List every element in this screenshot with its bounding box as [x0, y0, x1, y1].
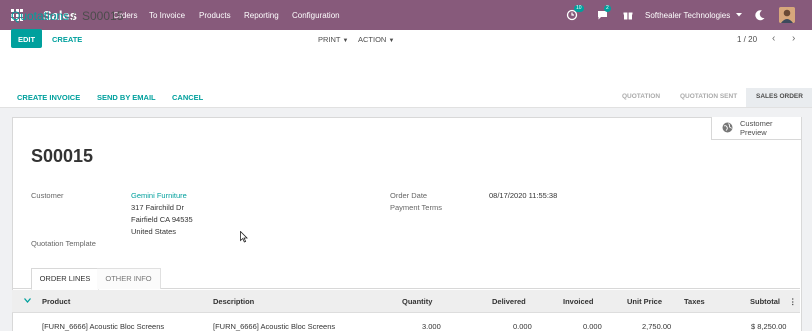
gift-icon[interactable]: [623, 10, 633, 20]
caret-down-icon: ▼: [388, 38, 395, 44]
create-button[interactable]: CREATE: [52, 35, 82, 44]
pager-value[interactable]: 1 / 20: [737, 35, 757, 44]
action-dropdown[interactable]: ACTION ▼: [358, 35, 394, 44]
column-description[interactable]: Description: [213, 297, 254, 306]
messages-badge: 2: [604, 5, 611, 12]
tab-order-lines[interactable]: ORDER LINES: [31, 268, 99, 290]
globe-icon: [722, 122, 733, 133]
company-switcher[interactable]: Softhealer Technologies: [645, 11, 730, 20]
chevron-down-icon[interactable]: [736, 13, 742, 17]
order-date-label: Order Date: [390, 191, 428, 200]
cancel-button[interactable]: CANCEL: [172, 93, 203, 102]
user-avatar[interactable]: [779, 7, 795, 23]
column-invoiced[interactable]: Invoiced: [563, 297, 593, 306]
print-label: PRINT: [318, 35, 341, 44]
mouse-cursor-icon: [240, 231, 248, 243]
stage-quotation[interactable]: QUOTATION: [622, 93, 660, 100]
column-subtotal[interactable]: Subtotal: [750, 297, 780, 306]
chevron-left-icon[interactable]: ‹: [772, 33, 775, 44]
create-invoice-button[interactable]: CREATE INVOICE: [17, 93, 80, 102]
activity-badge: 10: [574, 5, 584, 12]
action-label: ACTION: [358, 35, 387, 44]
breadcrumb-current: S00015: [82, 9, 124, 23]
column-quantity[interactable]: Quantity: [402, 297, 432, 306]
tab-other-info[interactable]: OTHER INFO: [97, 268, 161, 289]
order-title: S00015: [31, 146, 94, 166]
order-date-value: 08/17/2020 11:55:38: [489, 191, 558, 200]
menu-products[interactable]: Products: [199, 11, 231, 20]
menu-to-invoice[interactable]: To Invoice: [149, 11, 185, 20]
quotation-template-label: Quotation Template: [31, 239, 96, 248]
menu-configuration[interactable]: Configuration: [292, 11, 340, 20]
customer-link[interactable]: Gemini Furniture: [131, 191, 187, 200]
breadcrumb-quotations[interactable]: Quotations: [11, 9, 69, 23]
breadcrumb-separator: /: [72, 9, 76, 23]
column-product[interactable]: Product: [42, 297, 70, 306]
column-delivered[interactable]: Delivered: [492, 297, 526, 306]
preview-line-2: Preview: [740, 128, 767, 137]
chevron-right-icon[interactable]: ›: [792, 33, 795, 44]
send-by-email-button[interactable]: SEND BY EMAIL: [97, 93, 156, 102]
column-unit-price[interactable]: Unit Price: [627, 297, 662, 306]
moon-icon[interactable]: [754, 9, 766, 21]
menu-reporting[interactable]: Reporting: [244, 11, 279, 20]
edit-button[interactable]: EDIT: [11, 29, 42, 48]
caret-down-icon: ▼: [342, 38, 349, 44]
chevron-down-icon[interactable]: [24, 298, 31, 303]
preview-line-1: Customer: [740, 119, 773, 128]
stage-sales-order[interactable]: SALES ORDER: [756, 93, 803, 100]
control-panel: [0, 30, 812, 89]
customer-label: Customer: [31, 191, 64, 200]
print-dropdown[interactable]: PRINT ▼: [318, 35, 348, 44]
address-line-1: 317 Fairchild Dr: [131, 203, 184, 212]
address-line-3: United States: [131, 227, 177, 236]
stage-quotation-sent[interactable]: QUOTATION SENT: [680, 93, 737, 100]
column-taxes[interactable]: Taxes: [684, 297, 705, 306]
customer-preview-label: Customer Preview: [740, 119, 773, 137]
payment-terms-label: Payment Terms: [390, 203, 442, 212]
column-options-icon[interactable]: ⋮: [789, 297, 797, 306]
address-line-2: Fairfield CA 94535: [131, 215, 193, 224]
